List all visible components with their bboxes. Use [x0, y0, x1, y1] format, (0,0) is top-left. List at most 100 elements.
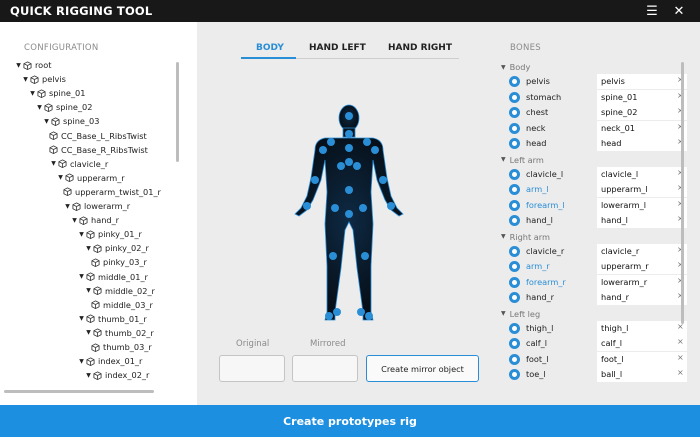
joint-marker[interactable] — [353, 162, 361, 170]
tree-node[interactable]: middle_03_r — [91, 298, 153, 312]
expand-arrow-icon[interactable]: ▼ — [14, 62, 23, 69]
bone-mapping-field[interactable]: upperarm_r — [597, 259, 687, 274]
bone-radio-button[interactable] — [509, 245, 520, 257]
expand-arrow-icon[interactable]: ▼ — [501, 156, 506, 163]
tab-body[interactable]: BODY — [256, 43, 284, 53]
joint-marker[interactable] — [379, 176, 387, 184]
tree-node[interactable]: ▼ pinky_02_r — [84, 241, 149, 255]
bone-mapping-field[interactable]: hand_r — [597, 290, 687, 305]
bone-radio-button[interactable] — [509, 215, 520, 226]
tree-node[interactable]: ▼ lowerarm_r — [63, 199, 130, 213]
tree-vertical-scrollbar[interactable] — [176, 62, 179, 162]
menu-icon[interactable]: ☰ — [641, 0, 663, 22]
clear-icon[interactable]: × — [677, 368, 684, 377]
expand-arrow-icon[interactable]: ▼ — [42, 118, 51, 125]
bone-radio-button[interactable] — [509, 276, 520, 288]
bone-radio-button[interactable] — [509, 369, 520, 380]
bone-mapping-field[interactable]: lowerarm_r — [597, 274, 687, 290]
bone-radio-button[interactable] — [509, 138, 520, 149]
joint-marker[interactable] — [363, 138, 371, 146]
bone-mapping-field[interactable]: pelvis — [597, 74, 687, 89]
bone-mapping-field[interactable]: ball_l — [597, 367, 687, 382]
bone-group-header[interactable]: ▼ Right arm — [501, 232, 550, 242]
bone-radio-button[interactable] — [509, 199, 520, 211]
create-mirror-object-button[interactable]: Create mirror object — [366, 355, 479, 382]
joint-marker[interactable] — [371, 146, 379, 154]
joint-marker[interactable] — [329, 252, 337, 260]
tree-node[interactable]: ▼ pinky_01_r — [77, 227, 142, 241]
bone-radio-button[interactable] — [509, 353, 520, 365]
bone-mapping-field[interactable]: neck_01 — [597, 120, 687, 136]
joint-marker[interactable] — [331, 204, 339, 212]
tree-node[interactable]: ▼ upperarm_r — [56, 171, 124, 185]
expand-arrow-icon[interactable]: ▼ — [501, 64, 506, 71]
original-field[interactable] — [219, 355, 285, 382]
expand-arrow-icon[interactable]: ▼ — [501, 310, 506, 317]
tree-node[interactable]: ▼ index_01_r — [77, 354, 142, 368]
joint-marker[interactable] — [337, 162, 345, 170]
bones-scrollbar[interactable] — [681, 62, 684, 324]
bone-radio-button[interactable] — [509, 261, 520, 272]
bone-group-header[interactable]: ▼ Left leg — [501, 309, 540, 319]
tree-node[interactable]: ▼ spine_03 — [42, 114, 99, 128]
tree-horizontal-scrollbar[interactable] — [4, 390, 154, 393]
joint-marker[interactable] — [361, 252, 369, 260]
tree-node[interactable]: ▼ hand_r — [70, 213, 119, 227]
bone-group-header[interactable]: ▼ Body — [501, 62, 530, 72]
joint-marker[interactable] — [357, 308, 365, 316]
bone-radio-button[interactable] — [509, 292, 520, 303]
tree-node[interactable]: CC_Base_R_RibsTwist — [49, 143, 148, 157]
expand-arrow-icon[interactable]: ▼ — [63, 203, 72, 210]
tab-hand-left[interactable]: HAND LEFT — [309, 43, 366, 53]
bone-mapping-field[interactable]: lowerarm_l — [597, 197, 687, 213]
tree-node[interactable]: ▼ thumb_01_r — [77, 312, 147, 326]
expand-arrow-icon[interactable]: ▼ — [35, 104, 44, 111]
bone-mapping-field[interactable]: calf_l — [597, 336, 687, 351]
expand-arrow-icon[interactable]: ▼ — [49, 160, 58, 167]
bone-mapping-field[interactable]: spine_02 — [597, 105, 687, 120]
close-icon[interactable]: ✕ — [668, 0, 690, 22]
bone-radio-button[interactable] — [509, 184, 520, 195]
bone-radio-button[interactable] — [509, 168, 520, 180]
bone-mapping-field[interactable]: spine_01 — [597, 89, 687, 105]
joint-marker[interactable] — [359, 204, 367, 212]
expand-arrow-icon[interactable]: ▼ — [21, 76, 30, 83]
bone-mapping-field[interactable]: upperarm_l — [597, 182, 687, 197]
tree-node[interactable]: ▼ spine_02 — [35, 100, 92, 114]
tree-node[interactable]: thumb_03_r — [91, 340, 152, 354]
joint-marker[interactable] — [303, 202, 311, 210]
tree-node[interactable]: upperarm_twist_01_r — [63, 185, 161, 199]
expand-arrow-icon[interactable]: ▼ — [84, 287, 93, 294]
tree-node[interactable]: ▼ thumb_02_r — [84, 326, 154, 340]
expand-arrow-icon[interactable]: ▼ — [84, 372, 93, 379]
tree-node[interactable]: ▼ index_02_r — [84, 368, 149, 382]
joint-marker[interactable] — [345, 210, 353, 218]
joint-marker[interactable] — [345, 158, 353, 166]
tree-node[interactable]: ▼ spine_01 — [28, 86, 85, 100]
expand-arrow-icon[interactable]: ▼ — [84, 245, 93, 252]
expand-arrow-icon[interactable]: ▼ — [77, 315, 86, 322]
tree-node[interactable]: ▼ middle_01_r — [77, 270, 148, 284]
joint-marker[interactable] — [325, 312, 333, 320]
expand-arrow-icon[interactable]: ▼ — [501, 233, 506, 240]
joint-marker[interactable] — [345, 144, 353, 152]
bone-radio-button[interactable] — [509, 338, 520, 349]
bone-tree[interactable]: ▼ root ▼ pelvis ▼ spine_01 ▼ spine_02 ▼ spine_03 C… — [0, 58, 182, 382]
expand-arrow-icon[interactable]: ▼ — [84, 329, 93, 336]
joint-marker[interactable] — [345, 112, 353, 120]
bone-mapping-field[interactable]: thigh_l — [597, 320, 687, 336]
tree-node[interactable]: ▼ clavicle_r — [49, 157, 108, 171]
joint-marker[interactable] — [311, 176, 319, 184]
bone-mapping-field[interactable]: hand_l — [597, 213, 687, 228]
tree-node[interactable]: ▼ middle_02_r — [84, 284, 155, 298]
joint-marker[interactable] — [387, 202, 395, 210]
expand-arrow-icon[interactable]: ▼ — [77, 358, 86, 365]
bone-mapping-field[interactable]: clavicle_l — [597, 166, 687, 182]
bones-list[interactable]: ▼Bodypelvispelvis×stomachspine_01×chests… — [497, 22, 689, 382]
bone-radio-button[interactable] — [509, 76, 520, 87]
tree-node[interactable]: pinky_03_r — [91, 255, 147, 269]
bone-radio-button[interactable] — [509, 91, 520, 103]
expand-arrow-icon[interactable]: ▼ — [70, 217, 79, 224]
joint-marker[interactable] — [365, 312, 373, 320]
bone-radio-button[interactable] — [509, 122, 520, 134]
